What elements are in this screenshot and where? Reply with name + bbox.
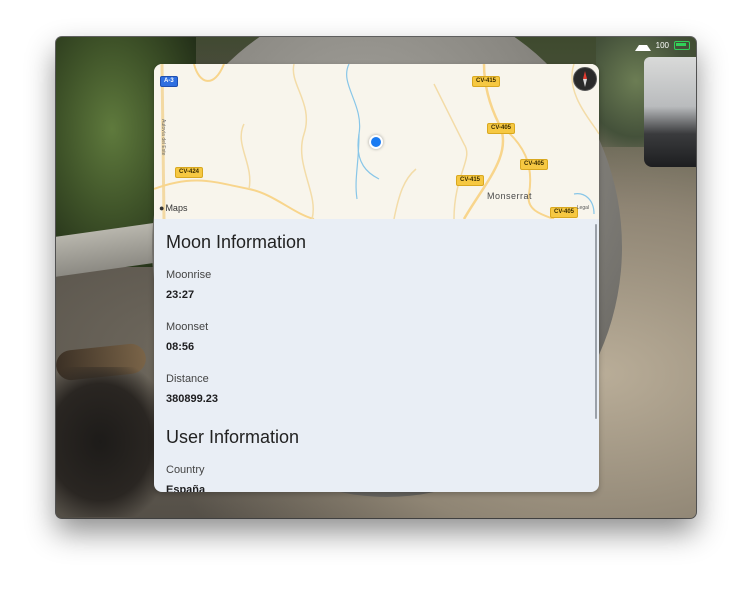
country-value: España [166, 484, 206, 492]
maps-brand: Maps [165, 203, 188, 213]
info-panel[interactable]: A-3 CV-415 CV-405 CV-405 CV-424 CV-415 C… [154, 64, 599, 492]
road-badge: A-3 [160, 76, 178, 87]
maps-attribution: ● Maps [159, 203, 187, 213]
location-arrow-icon [634, 39, 651, 51]
road-badge: CV-424 [175, 167, 204, 178]
compass-icon[interactable] [573, 67, 597, 91]
distance-label: Distance [166, 373, 209, 385]
device-screen: 100 A-3 CV-415 CV-405 CV-405 CV-424 CV-4… [56, 37, 696, 518]
road-badge: CV-405 [520, 159, 549, 170]
distance-value: 380899.23 [166, 393, 218, 405]
moonset-value: 08:56 [166, 341, 195, 353]
battery-text: 100 [655, 40, 669, 50]
moonset-label: Moonset [166, 321, 209, 333]
legal-link[interactable]: Legal [577, 205, 589, 211]
status-bar: 100 [634, 39, 690, 51]
dog [56, 367, 166, 517]
moonrise-value: 23:27 [166, 289, 195, 301]
country-label: Country [166, 464, 205, 476]
town-label: Monserrat [487, 191, 533, 201]
parked-car [644, 57, 696, 167]
moonrise-label: Moonrise [166, 269, 212, 281]
road-badge: CV-415 [456, 175, 485, 186]
apple-icon: ● [159, 203, 165, 213]
road-badge: CV-415 [472, 76, 501, 87]
info-content: Moon Information Moonrise 23:27 Moonset … [166, 232, 587, 492]
user-location-dot[interactable] [369, 135, 383, 149]
user-section-title: User Information [166, 427, 300, 447]
battery-icon [674, 40, 690, 50]
scrollbar[interactable] [595, 224, 597, 419]
map-view[interactable]: A-3 CV-415 CV-405 CV-405 CV-424 CV-415 C… [154, 64, 599, 219]
road-badge: CV-405 [487, 123, 516, 134]
road-badge: CV-405 [550, 207, 579, 218]
moon-section-title: Moon Information [166, 232, 307, 252]
highway-label: Autovía del Este [160, 119, 166, 156]
